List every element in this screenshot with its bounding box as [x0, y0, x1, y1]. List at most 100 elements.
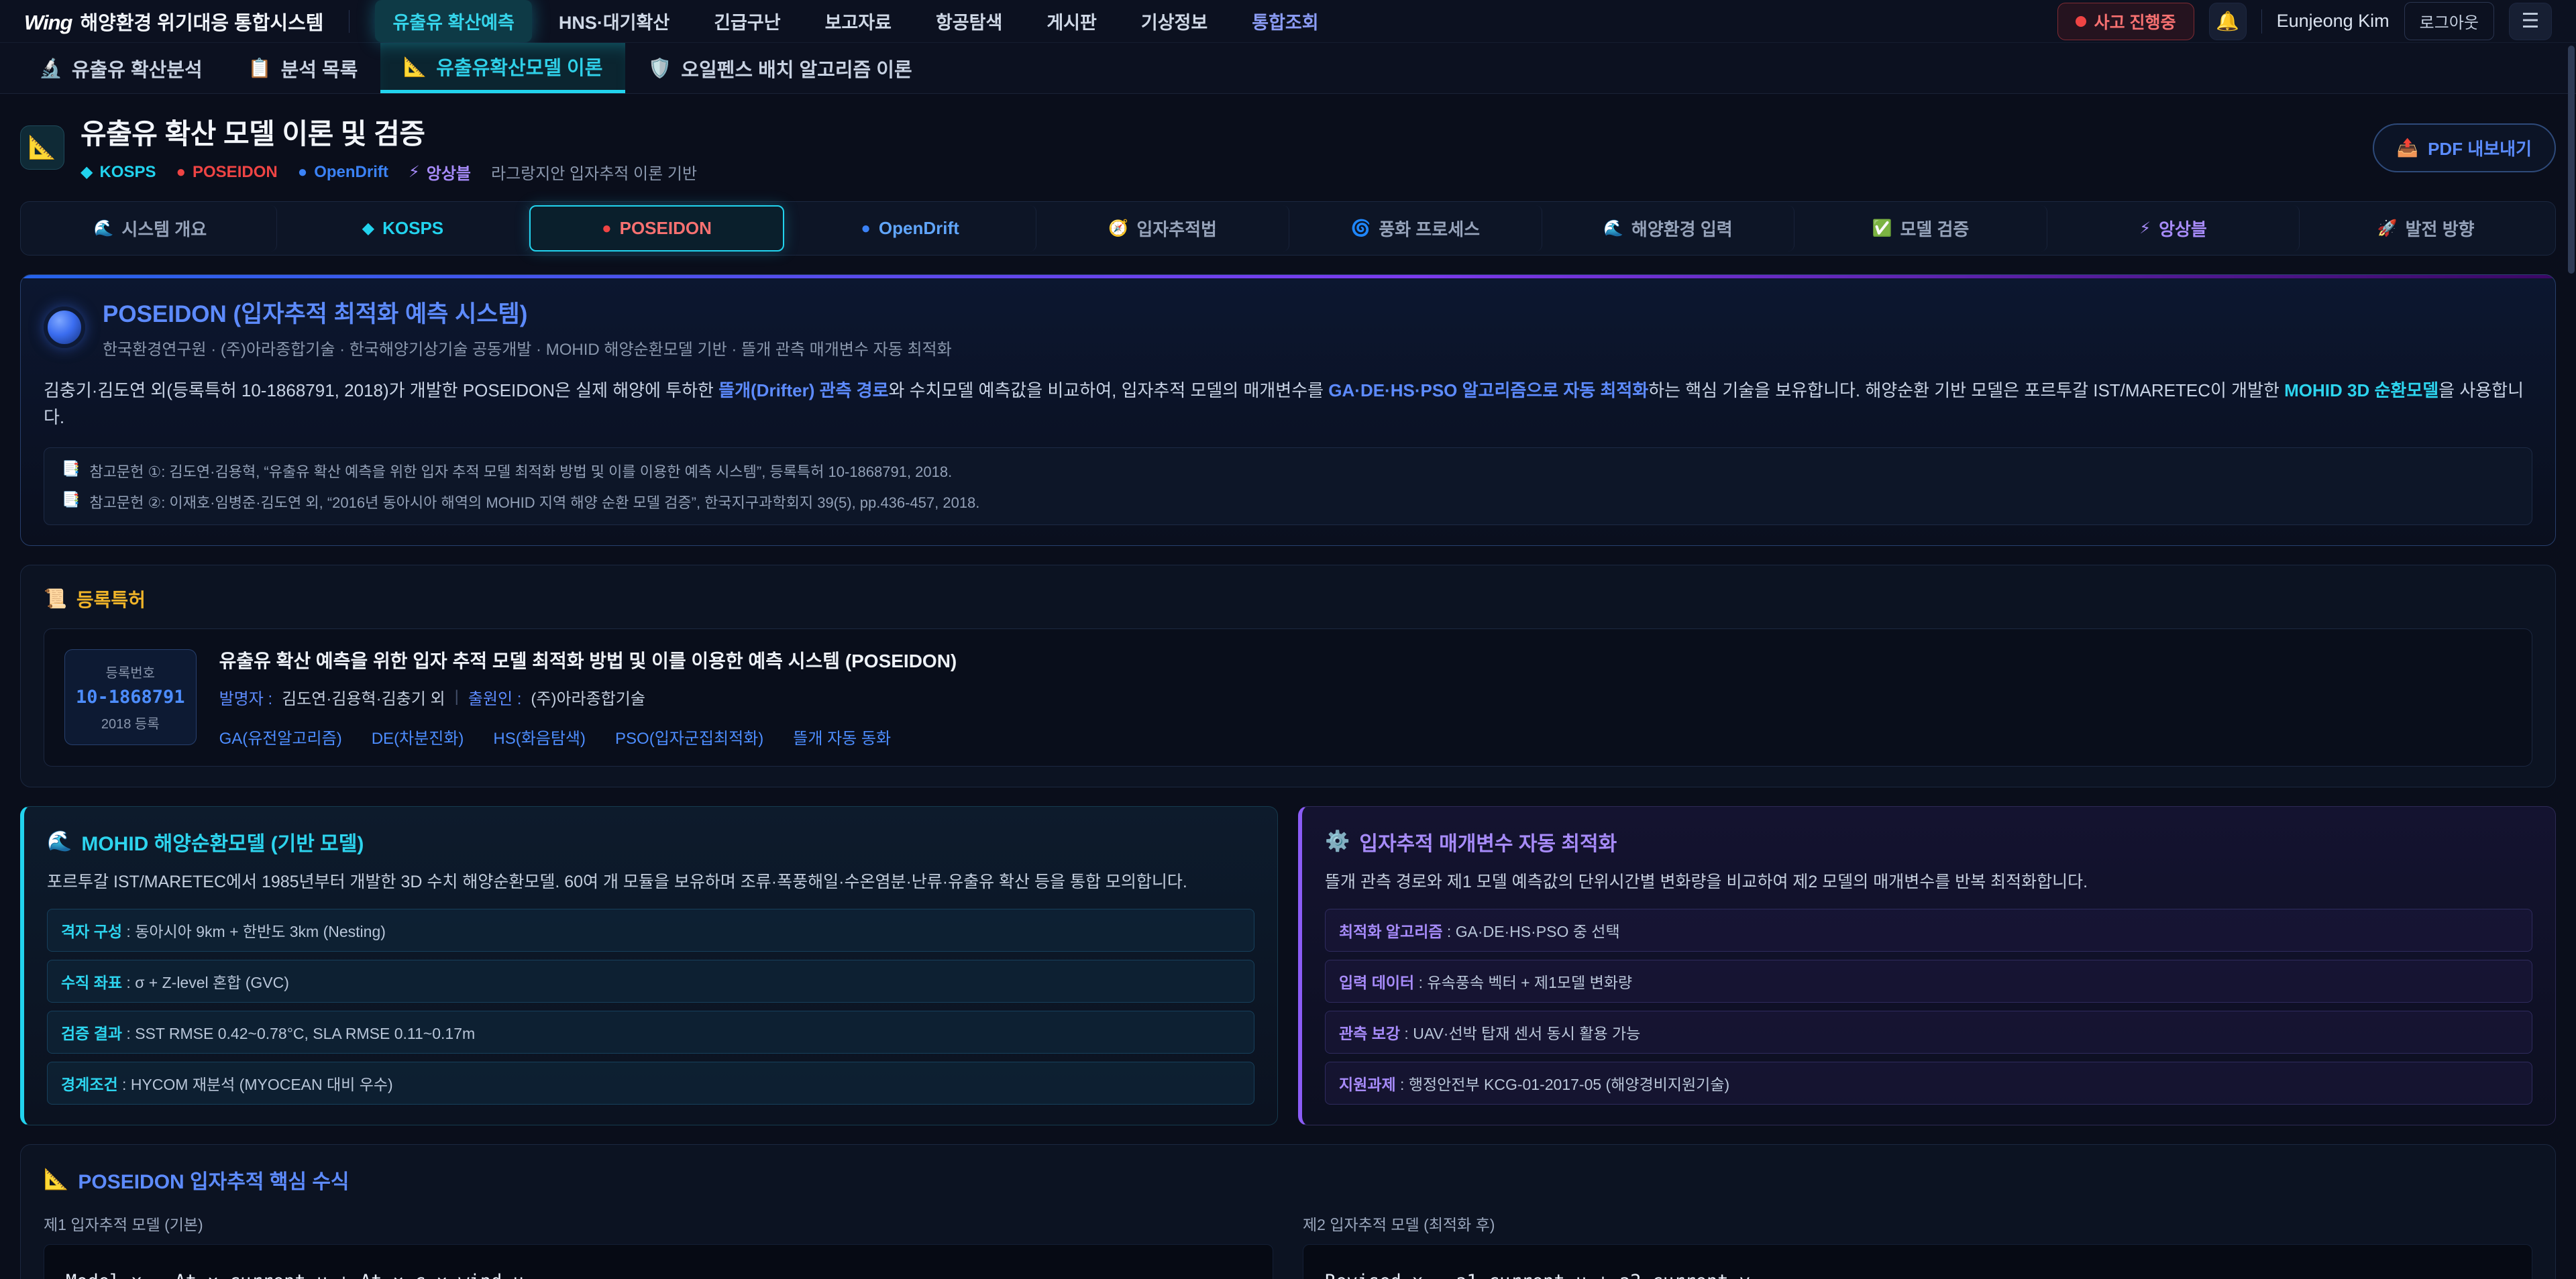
triangle-ruler-icon: 📐 — [44, 1168, 68, 1191]
spec-row-funding: 지원과제 : 행정안전부 KCG-01-2017-05 (해양경비지원기술) — [1325, 1062, 2532, 1105]
tag-pso: PSO(입자군집최적화) — [615, 725, 763, 748]
patent-section-header: 📜 등록특허 — [44, 586, 2532, 612]
tab-label: 시스템 개요 — [121, 216, 207, 241]
mohid-card-title: MOHID 해양순환모델 (기반 모델) — [81, 827, 364, 856]
tab-future-direction[interactable]: 🚀 발전 방향 — [2300, 205, 2552, 252]
subtab-spill-analysis[interactable]: 🔬 유출유 확산분석 — [16, 43, 225, 93]
poseidon-sphere-icon — [44, 307, 85, 348]
badge-poseidon: ● POSEIDON — [176, 163, 278, 182]
app-logo[interactable]: Wing 해양환경 위기대응 통합시스템 — [24, 7, 323, 36]
page-title-icon: 📐 — [20, 125, 64, 170]
wave-icon: 🌊 — [1603, 219, 1623, 238]
subtab-analysis-list[interactable]: 📋 분석 목록 — [225, 43, 381, 93]
subtab-label: 유출유 확산분석 — [72, 54, 203, 82]
nav-item-board[interactable]: 게시판 — [1029, 0, 1114, 42]
spec-value: 동아시아 9km + 한반도 3km (Nesting) — [135, 923, 386, 940]
incident-status-badge: 사고 진행중 — [2057, 3, 2194, 40]
poseidon-header: POSEIDON (입자추적 최적화 예측 시스템) 한국환경연구원 · (주)… — [44, 295, 2532, 359]
inventor-value: 김도연·김용혁·김충기 외 — [282, 685, 445, 709]
spec-sep: : — [1443, 923, 1456, 940]
tab-model-validation[interactable]: ✅ 모델 검증 — [1794, 205, 2047, 252]
spec-label: 검증 결과 — [61, 1025, 122, 1042]
spec-row-boundary: 경계조건 : HYCOM 재분석 (MYOCEAN 대비 우수) — [47, 1062, 1254, 1105]
tab-particle-tracking[interactable]: 🧭 입자추적법 — [1036, 205, 1289, 252]
spec-sep: : — [122, 923, 135, 940]
tab-kosps[interactable]: ◆ KOSPS — [277, 205, 530, 252]
dot-icon: ● — [298, 163, 308, 182]
page-header: 📐 유출유 확산 모델 이론 및 검증 ◆ KOSPS ● POSEIDON ●… — [0, 94, 2576, 197]
reference-text: 참고문헌 ①: 김도연·김용혁, “유출유 확산 예측을 위한 입자 추적 모델… — [89, 460, 952, 482]
tab-label: 풍화 프로세스 — [1379, 216, 1480, 241]
nav-item-weather-info[interactable]: 기상정보 — [1124, 0, 1225, 42]
tab-weathering-process[interactable]: 🌀 풍화 프로세스 — [1289, 205, 1542, 252]
spec-label: 격자 구성 — [61, 923, 122, 940]
applicant-label: 출원인 : — [468, 685, 522, 709]
tab-poseidon[interactable]: ● POSEIDON — [529, 205, 784, 252]
patent-body: 유출유 확산 예측을 위한 입자 추적 모델 최적화 방법 및 이를 이용한 예… — [219, 647, 2512, 748]
tab-opendrift[interactable]: ● OpenDrift — [784, 205, 1037, 252]
tab-label: 입자추적법 — [1136, 216, 1217, 241]
bell-icon: 🔔 — [2216, 10, 2239, 32]
para-text: 김충기·김도연 외(등록특허 10-1868791, 2018)가 개발한 PO… — [44, 380, 718, 400]
spec-sep: : — [1400, 1025, 1413, 1042]
spec-value: UAV·선박 탑재 센서 동시 활용 가능 — [1413, 1025, 1640, 1042]
subtab-label: 유출유확산모델 이론 — [436, 52, 602, 80]
poseidon-subtitle: 한국환경연구원 · (주)아라종합기술 · 한국해양기상기술 공동개발 · MO… — [103, 336, 952, 359]
poseidon-title: POSEIDON (입자추적 최적화 예측 시스템) — [103, 295, 952, 329]
nav-item-emergency-rescue[interactable]: 긴급구난 — [696, 0, 798, 42]
logout-button[interactable]: 로그아웃 — [2404, 2, 2494, 40]
formula-section-title: POSEIDON 입자추적 핵심 수식 — [78, 1165, 349, 1194]
patent-meta: 발명자 : 김도연·김용혁·김충기 외 | 출원인 : (주)아라종합기술 — [219, 685, 2512, 709]
brand-title: 해양환경 위기대응 통합시스템 — [80, 7, 323, 36]
patent-number-box: 등록번호 10-1868791 2018 등록 — [64, 649, 197, 745]
triangle-ruler-icon: 📐 — [403, 56, 427, 78]
badge-label: OpenDrift — [314, 163, 388, 182]
nav-item-hns-diffusion[interactable]: HNS·대기확산 — [541, 0, 687, 42]
tab-label: 앙상블 — [2159, 216, 2207, 241]
tab-system-overview[interactable]: 🌊 시스템 개요 — [24, 205, 277, 252]
code-line: Revised_x = a1·current_u + a2·current_v — [1325, 1264, 2510, 1279]
clipboard-icon: 📋 — [248, 57, 272, 79]
para-text: 하는 핵심 기술을 보유합니다. 해양순환 기반 모델은 포르투갈 IST/MA… — [1648, 380, 2284, 400]
notification-button[interactable]: 🔔 — [2209, 3, 2247, 40]
subtab-label: 분석 목록 — [281, 54, 358, 82]
spec-value: σ + Z-level 혼합 (GVC) — [135, 974, 289, 991]
section-tab-bar: 🌊 시스템 개요 ◆ KOSPS ● POSEIDON ● OpenDrift … — [20, 201, 2556, 256]
reference-1: 📑 참고문헌 ①: 김도연·김용혁, “유출유 확산 예측을 위한 입자 추적 … — [62, 460, 2514, 482]
dot-icon: ● — [861, 219, 871, 238]
page-title-block: 유출유 확산 모델 이론 및 검증 ◆ KOSPS ● POSEIDON ● O… — [80, 111, 697, 184]
tab-ocean-input[interactable]: 🌊 해양환경 입력 — [1542, 205, 1795, 252]
nav-item-integrated-search[interactable]: 통합조회 — [1234, 0, 1336, 42]
hamburger-menu-button[interactable]: ☰ — [2509, 3, 2552, 40]
bookmark-icon: 📑 — [62, 491, 80, 512]
nav-item-reports[interactable]: 보고자료 — [808, 0, 909, 42]
para-highlight-drifter: 뜰개(Drifter) 관측 경로 — [718, 380, 888, 400]
wave-icon: 🌊 — [47, 830, 72, 853]
optimization-card-title: 입자추적 매개변수 자동 최적화 — [1359, 827, 1617, 856]
nav-item-aerial-search[interactable]: 항공탐색 — [918, 0, 1020, 42]
lightning-icon: ⚡ — [2139, 219, 2151, 238]
cyclone-icon: 🌀 — [1350, 219, 1371, 238]
shield-icon: 🛡️ — [648, 57, 672, 79]
formula-section-header: 📐 POSEIDON 입자추적 핵심 수식 — [44, 1165, 2532, 1194]
user-name: Eunjeong Kim — [2277, 11, 2390, 32]
formula-section: 📐 POSEIDON 입자추적 핵심 수식 제1 입자추적 모델 (기본) Mo… — [20, 1144, 2556, 1279]
model-badges: ◆ KOSPS ● POSEIDON ● OpenDrift ⚡ 앙상블 라그랑… — [80, 160, 697, 184]
inventor-label: 발명자 : — [219, 685, 273, 709]
formula-model1-label: 제1 입자추적 모델 (기본) — [44, 1212, 1273, 1235]
tab-label: 모델 검증 — [1900, 216, 1969, 241]
pdf-export-button[interactable]: 📤 PDF 내보내기 — [2373, 123, 2556, 172]
subtab-model-theory[interactable]: 📐 유출유확산모델 이론 — [380, 43, 625, 93]
spec-sep: : — [118, 1076, 131, 1093]
page-scrollbar[interactable] — [2568, 46, 2575, 1279]
patent-tags: GA(유전알고리즘) DE(차분진화) HS(화음탐색) PSO(입자군집최적화… — [219, 725, 2512, 748]
page-title: 유출유 확산 모델 이론 및 검증 — [80, 111, 697, 152]
patent-title: 유출유 확산 예측을 위한 입자 추적 모델 최적화 방법 및 이를 이용한 예… — [219, 647, 2512, 673]
tag-hs: HS(화음탐색) — [493, 725, 586, 748]
mohid-card-header: 🌊 MOHID 해양순환모델 (기반 모델) — [47, 827, 1254, 856]
nav-item-oil-spill-prediction[interactable]: 유출유 확산예측 — [375, 0, 531, 42]
tab-ensemble[interactable]: ⚡ 앙상블 — [2047, 205, 2300, 252]
spec-row-input-data: 입력 데이터 : 유속풍속 벡터 + 제1모델 변화량 — [1325, 960, 2532, 1003]
subtab-oil-fence-theory[interactable]: 🛡️ 오일펜스 배치 알고리즘 이론 — [625, 43, 934, 93]
scrollbar-thumb[interactable] — [2568, 46, 2575, 274]
